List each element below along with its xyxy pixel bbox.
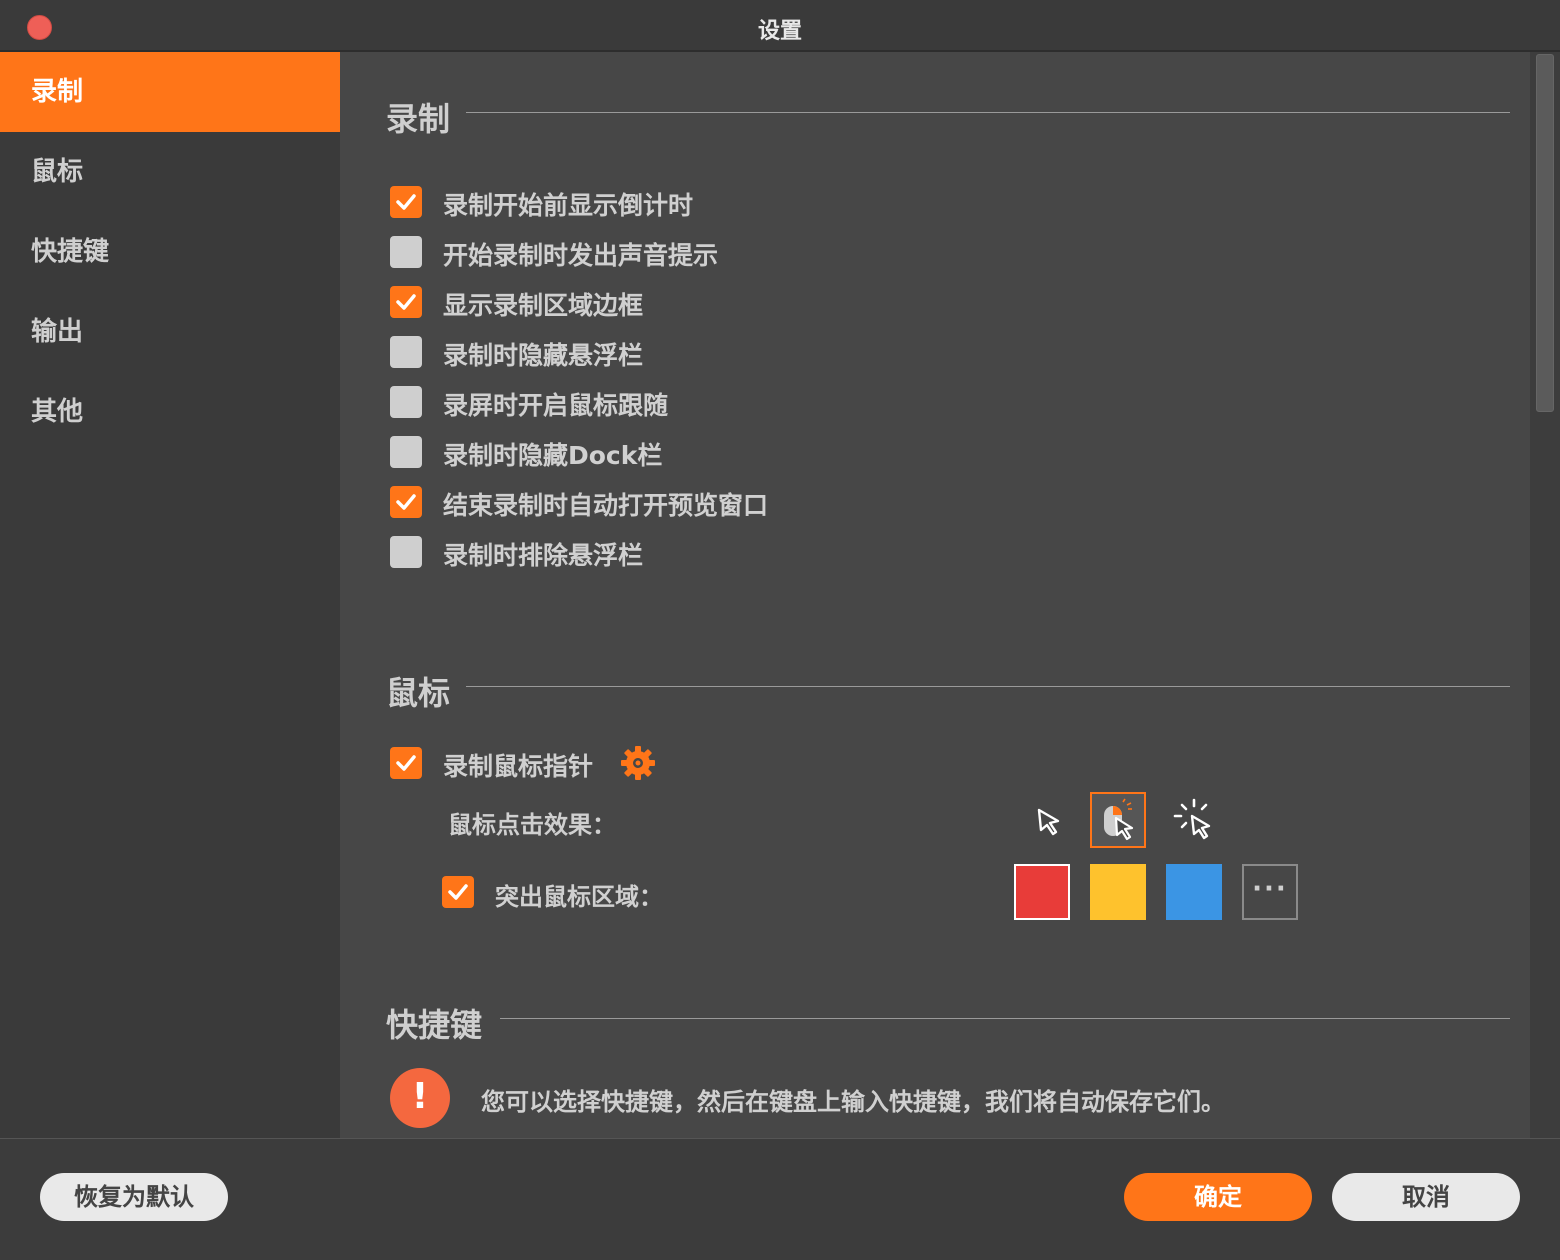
color-swatch-yellow[interactable] bbox=[1090, 864, 1146, 920]
sidebar-item-record[interactable]: 录制 bbox=[0, 52, 340, 132]
sidebar-item-mouse[interactable]: 鼠标 bbox=[0, 132, 340, 212]
option-label: 录制时隐藏悬浮栏 bbox=[443, 341, 644, 370]
cancel-button[interactable]: 取消 bbox=[1332, 1173, 1520, 1221]
checkbox-open-preview[interactable] bbox=[390, 486, 422, 518]
section-divider bbox=[500, 1018, 1510, 1019]
checkmark-icon bbox=[448, 884, 468, 900]
checkbox-follow-mouse[interactable] bbox=[390, 386, 422, 418]
record-pointer-label: 录制鼠标指针 bbox=[443, 752, 594, 781]
option-label: 录制开始前显示倒计时 bbox=[443, 191, 694, 220]
settings-content: 录制 录制开始前显示倒计时 开始录制时发出声音提示 显示录制区域边框 录制时隐藏… bbox=[340, 52, 1530, 1138]
plain-cursor-icon bbox=[1037, 808, 1060, 836]
ok-button[interactable]: 确定 bbox=[1124, 1173, 1312, 1221]
checkbox-hide-dock[interactable] bbox=[390, 436, 422, 468]
more-icon: ··· bbox=[1252, 874, 1288, 904]
section-title-shortcuts: 快捷键 bbox=[386, 1006, 483, 1044]
option-label: 录制时隐藏Dock栏 bbox=[443, 441, 663, 470]
option-label: 录制时排除悬浮栏 bbox=[443, 541, 644, 570]
click-effect-option-highlight[interactable] bbox=[1090, 792, 1146, 848]
more-colors-button[interactable]: ··· bbox=[1242, 864, 1298, 920]
option-label: 开始录制时发出声音提示 bbox=[443, 241, 719, 270]
sidebar: 录制 鼠标 快捷键 输出 其他 bbox=[0, 52, 340, 1138]
section-divider bbox=[466, 686, 1510, 687]
option-label: 录屏时开启鼠标跟随 bbox=[443, 391, 669, 420]
click-effect-label: 鼠标点击效果： bbox=[448, 811, 616, 839]
warning-icon: ! bbox=[390, 1068, 450, 1128]
footer-bar: 恢复为默认 确定 取消 bbox=[0, 1138, 1560, 1260]
option-label: 结束录制时自动打开预览窗口 bbox=[443, 491, 769, 520]
gear-icon[interactable] bbox=[620, 745, 656, 781]
section-title-mouse: 鼠标 bbox=[386, 674, 451, 712]
checkbox-hide-floatbar[interactable] bbox=[390, 336, 422, 368]
highlight-area-label: 突出鼠标区域： bbox=[495, 883, 663, 911]
checkmark-icon bbox=[396, 294, 416, 310]
checkmark-icon bbox=[396, 494, 416, 510]
sidebar-item-output[interactable]: 输出 bbox=[0, 292, 340, 372]
section-title-record: 录制 bbox=[386, 100, 451, 138]
shortcut-info-text: 您可以选择快捷键，然后在键盘上输入快捷键，我们将自动保存它们。 bbox=[481, 1088, 1225, 1116]
checkbox-record-pointer[interactable] bbox=[390, 747, 422, 779]
click-effect-option-plain[interactable] bbox=[1022, 792, 1078, 848]
title-bar: 设置 bbox=[0, 0, 1560, 52]
checkbox-countdown[interactable] bbox=[390, 186, 422, 218]
checkbox-highlight-area[interactable] bbox=[442, 876, 474, 908]
color-swatch-red[interactable] bbox=[1014, 864, 1070, 920]
checkbox-exclude-floatbar[interactable] bbox=[390, 536, 422, 568]
scrollbar[interactable] bbox=[1530, 52, 1560, 1138]
window-title: 设置 bbox=[757, 19, 802, 44]
section-divider bbox=[466, 112, 1510, 113]
reset-default-button[interactable]: 恢复为默认 bbox=[40, 1173, 228, 1221]
sidebar-item-shortcuts[interactable]: 快捷键 bbox=[0, 212, 340, 292]
click-burst-cursor-icon bbox=[1173, 798, 1211, 840]
click-effect-option-burst[interactable] bbox=[1166, 792, 1222, 848]
checkmark-icon bbox=[396, 194, 416, 210]
checkmark-icon bbox=[396, 755, 416, 771]
option-label: 显示录制区域边框 bbox=[443, 291, 644, 320]
checkbox-show-border[interactable] bbox=[390, 286, 422, 318]
color-swatch-blue[interactable] bbox=[1166, 864, 1222, 920]
checkbox-sound-prompt[interactable] bbox=[390, 236, 422, 268]
click-highlight-cursor-icon bbox=[1104, 798, 1134, 841]
scrollbar-thumb[interactable] bbox=[1536, 54, 1554, 412]
sidebar-item-other[interactable]: 其他 bbox=[0, 372, 340, 452]
